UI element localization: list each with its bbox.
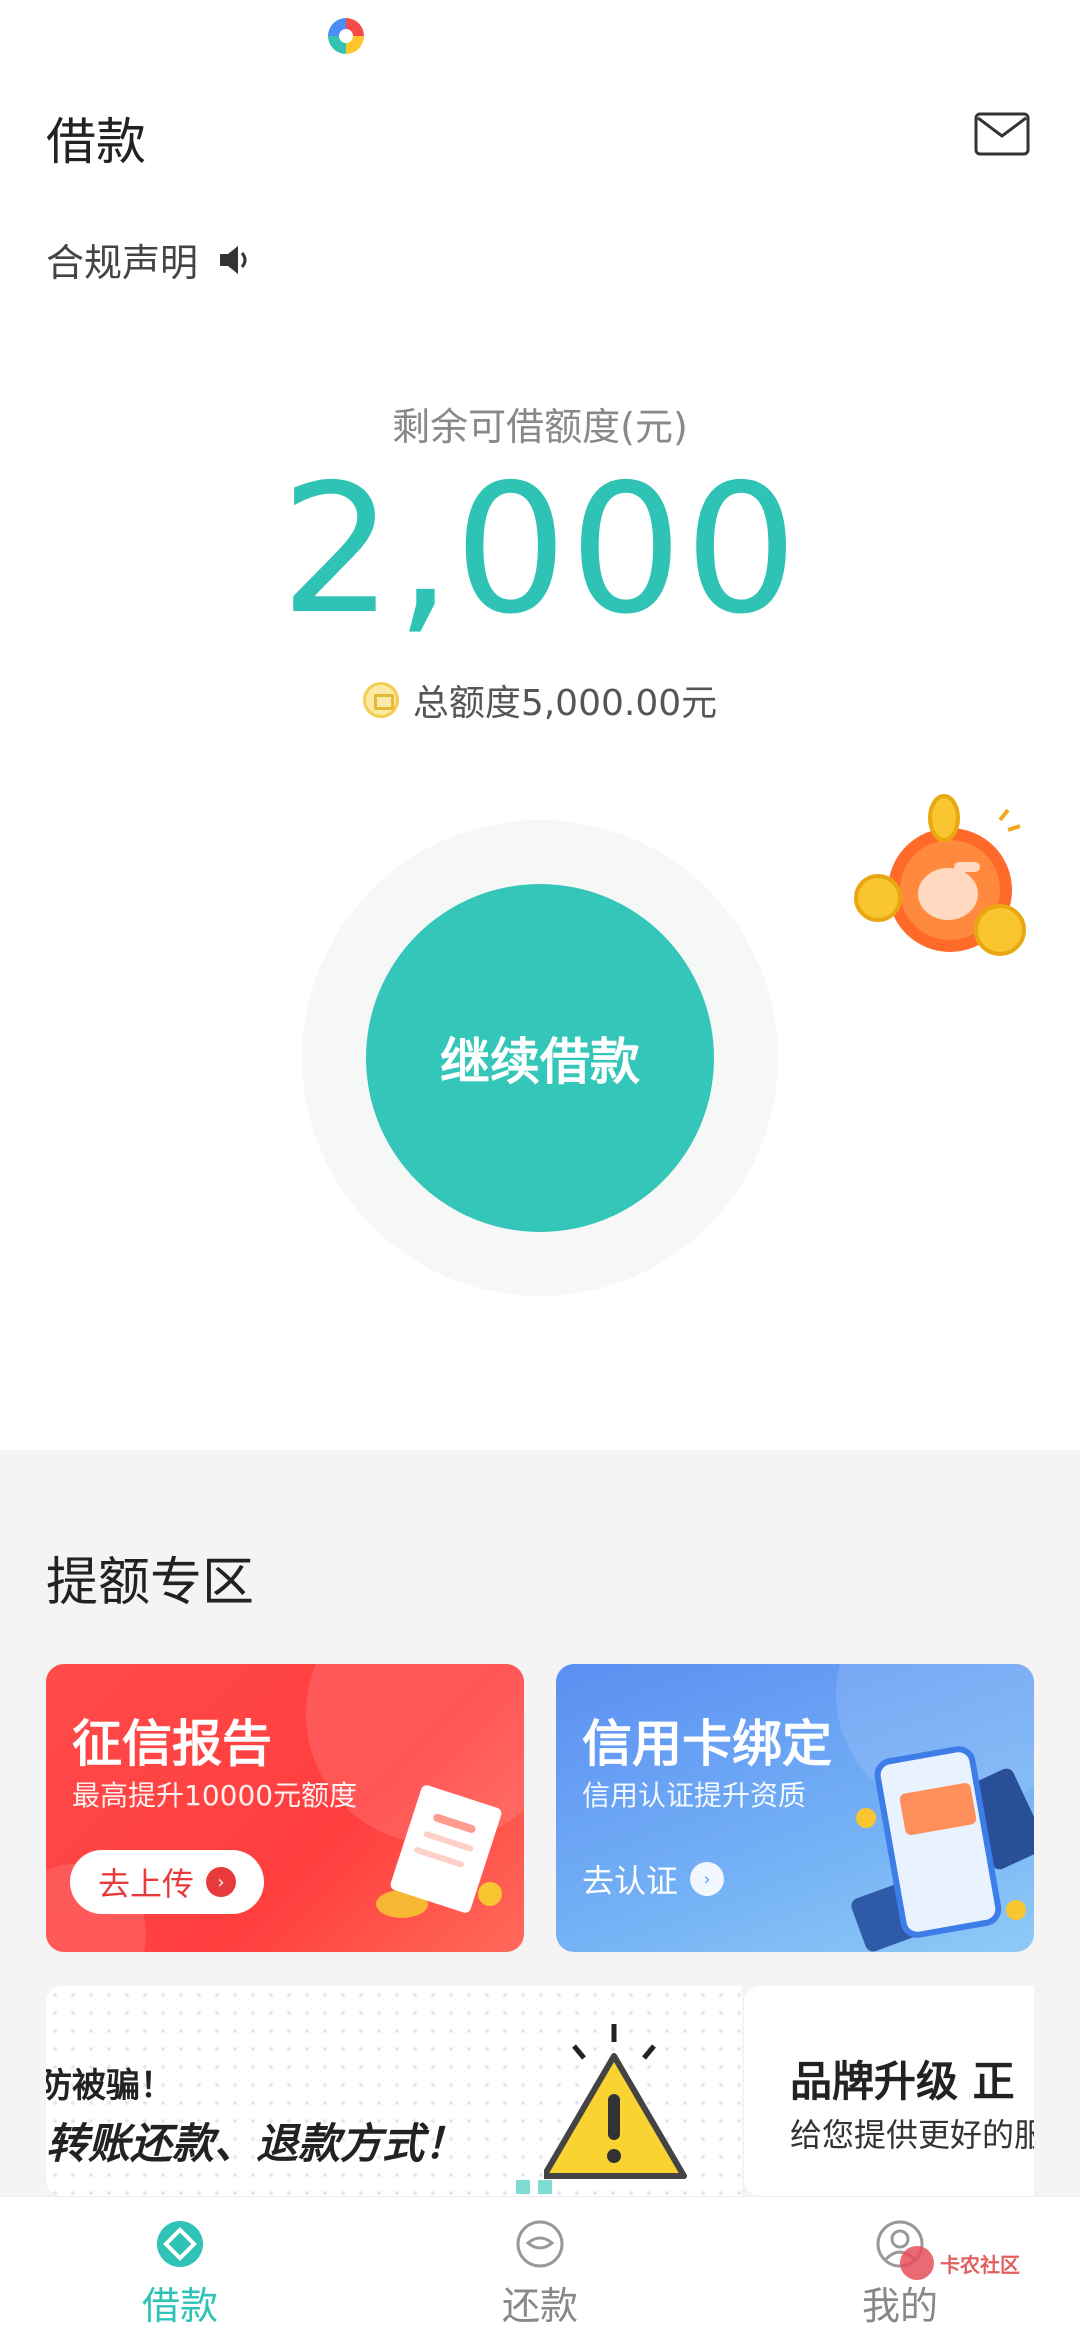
- watermark: 卡农社区: [900, 2246, 1020, 2280]
- upload-button[interactable]: 去上传 ›: [70, 1850, 264, 1914]
- page-title: 借款: [46, 113, 146, 171]
- tab-label: 借款: [141, 2284, 218, 2328]
- app-status-logo-icon: [328, 18, 364, 54]
- credit-card-binding-card[interactable]: 信用卡绑定 信用认证提升资质 去认证 ›: [556, 1664, 1034, 1952]
- credit-report-card[interactable]: 征信报告 最高提升10000元额度 去上传 ›: [46, 1664, 524, 1952]
- tab-label: 还款: [501, 2284, 578, 2328]
- verify-button-label: 去认证: [582, 1862, 679, 1900]
- card-subtitle: 信用认证提升资质: [582, 1779, 807, 1812]
- document-icon: [376, 1785, 502, 1918]
- watermark-logo-icon: [900, 2246, 934, 2280]
- speaker-icon: [220, 245, 247, 274]
- tab-loan[interactable]: 借款: [0, 2197, 360, 2340]
- mail-icon[interactable]: [974, 112, 1030, 156]
- warning-icon: [544, 2024, 687, 2179]
- verify-button[interactable]: 去认证 ›: [582, 1856, 725, 1902]
- tab-repay[interactable]: 还款: [360, 2197, 720, 2340]
- remaining-credit-label: 剩余可借额度(元): [392, 405, 688, 449]
- carousel-indicator: [538, 2180, 552, 2194]
- card-title: 征信报告: [72, 1715, 272, 1773]
- repay-icon: [516, 2220, 564, 2268]
- watermark-text: 卡农社区: [940, 2252, 1020, 2277]
- compliance-label: 合规声明: [46, 241, 199, 285]
- banner-line1: 防被骗！: [46, 2066, 174, 2106]
- brand-upgrade-banner[interactable]: 品牌升级 正 给您提供更好的服: [744, 1986, 1034, 2196]
- phone-credit-card-icon: [851, 1746, 1034, 1952]
- chevron-right-icon: ›: [690, 1862, 725, 1896]
- diamond-badge-icon: [362, 682, 399, 718]
- chevron-right-icon: ›: [206, 1867, 236, 1897]
- total-credit-text: 总额度5,000.00元: [412, 683, 718, 724]
- promo-coin-icon[interactable]: [850, 790, 1040, 980]
- boost-section-title: 提额专区: [46, 1553, 255, 1613]
- continue-borrow-button[interactable]: 继续借款: [366, 884, 714, 1232]
- carousel-indicator: [516, 2180, 530, 2194]
- remaining-credit-amount: 2,000: [280, 446, 800, 653]
- card-subtitle: 最高提升10000元额度: [72, 1779, 358, 1812]
- anti-fraud-banner[interactable]: 防被骗！ 转账还款、退款方式！: [46, 1986, 742, 2196]
- banner-title: 品牌升级 正: [790, 2057, 1015, 2106]
- upload-button-label: 去上传: [97, 1865, 194, 1903]
- card-title: 信用卡绑定: [582, 1715, 832, 1773]
- banner-subtitle: 给您提供更好的服: [790, 2116, 1034, 2154]
- total-credit-row: 总额度5,000.00元: [0, 674, 1080, 726]
- loan-icon: [157, 2221, 203, 2267]
- banner-line2: 转账还款、退款方式！: [46, 2119, 467, 2168]
- compliance-notice[interactable]: 合规声明: [46, 232, 252, 287]
- tab-label: 我的: [861, 2284, 938, 2328]
